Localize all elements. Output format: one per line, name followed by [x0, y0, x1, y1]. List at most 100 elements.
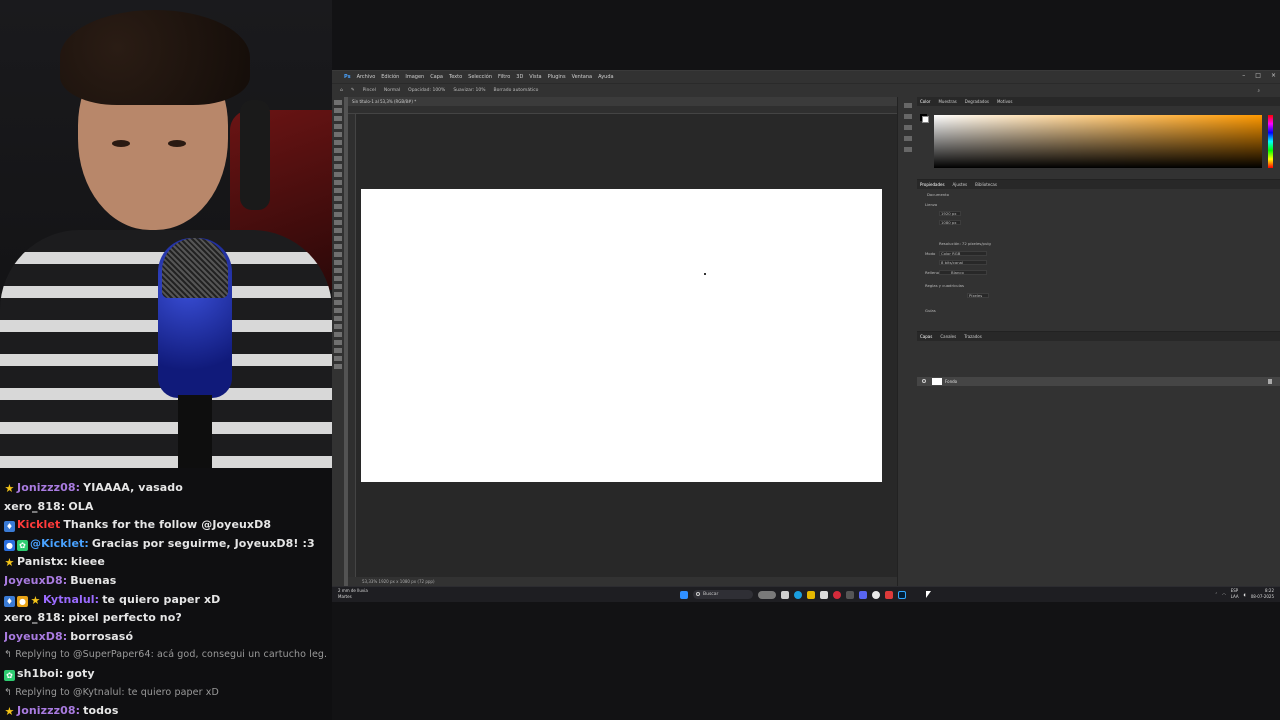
chat-username[interactable]: xero_818:	[4, 611, 65, 624]
panel-tab[interactable]: Muestras	[938, 99, 956, 104]
panel-tab[interactable]: Propiedades	[920, 182, 945, 187]
tool-icon[interactable]	[334, 236, 342, 241]
menu-item[interactable]: Edición	[381, 74, 399, 80]
tool-icon[interactable]	[334, 180, 342, 185]
chat-username[interactable]: Jonizzz08:	[17, 481, 80, 494]
option-opacity[interactable]: Opacidad: 100%	[408, 88, 445, 93]
menu-item[interactable]: Capa	[430, 74, 443, 80]
menu-item[interactable]: Selección	[468, 74, 492, 80]
tool-icon[interactable]	[334, 164, 342, 169]
panel-tab[interactable]: Bibliotecas	[975, 182, 997, 187]
tool-icon[interactable]	[334, 212, 342, 217]
option-smoothing[interactable]: Suavizar: 10%	[453, 88, 485, 93]
panel-tab[interactable]: Trazados	[964, 334, 982, 339]
tool-icon[interactable]	[334, 148, 342, 153]
ps-logo[interactable]: Ps	[344, 74, 351, 80]
option-mode[interactable]: Pincel	[363, 88, 376, 93]
chat-username[interactable]: @Kicklet:	[30, 537, 89, 550]
tool-icon[interactable]	[334, 156, 342, 161]
menu-item[interactable]: 3D	[516, 74, 523, 80]
tool-icon[interactable]	[334, 260, 342, 265]
menu-item[interactable]: Texto	[449, 74, 462, 80]
edge-icon[interactable]	[794, 590, 802, 599]
file-explorer-icon[interactable]	[807, 590, 815, 599]
widgets-icon[interactable]	[758, 590, 776, 599]
panel-tab[interactable]: Capas	[920, 334, 932, 339]
tool-icon[interactable]	[334, 108, 342, 113]
canvas[interactable]	[361, 189, 882, 482]
menu-item[interactable]: Archivo	[357, 74, 376, 80]
panel-tab[interactable]: Color	[920, 99, 930, 104]
chevron-up-icon[interactable]: ˄	[1215, 592, 1217, 597]
tool-icon[interactable]	[334, 172, 342, 177]
obs-icon[interactable]	[885, 590, 893, 599]
photoshop-taskbar-icon[interactable]	[898, 590, 906, 599]
clock[interactable]: 8:22 08-07-2025	[1251, 588, 1274, 600]
tool-icon[interactable]	[334, 188, 342, 193]
chat-username[interactable]: Kytnalul:	[43, 593, 99, 606]
option-auto-erase[interactable]: Borrado automático	[494, 88, 539, 93]
tool-icon[interactable]	[334, 324, 342, 329]
search-icon[interactable]: ⌕	[1257, 88, 1260, 94]
tool-icon[interactable]	[334, 100, 342, 105]
color-field[interactable]	[934, 115, 1262, 168]
menu-item[interactable]: Plugins	[548, 74, 566, 80]
tool-icon[interactable]	[334, 284, 342, 289]
brush-settings-icon[interactable]	[903, 114, 912, 119]
maximize-button[interactable]: □	[1255, 72, 1261, 79]
tool-icon[interactable]	[334, 340, 342, 345]
taskbar-search[interactable]: Buscar	[693, 590, 753, 599]
menu-item[interactable]: Ayuda	[598, 74, 613, 80]
tool-icon[interactable]	[334, 132, 342, 137]
character-icon[interactable]	[903, 147, 912, 152]
chat-username[interactable]: Kicklet	[17, 518, 60, 531]
chrome-icon[interactable]	[872, 590, 880, 599]
eye-icon[interactable]	[922, 379, 926, 383]
tool-icon[interactable]	[334, 244, 342, 249]
chat-username[interactable]: Panistx:	[17, 555, 68, 568]
opera-icon[interactable]	[833, 590, 841, 599]
tool-icon[interactable]	[334, 252, 342, 257]
foreground-color-swatch[interactable]	[922, 116, 929, 123]
tool-icon[interactable]	[334, 228, 342, 233]
layer-row[interactable]: Fondo	[917, 377, 1280, 386]
panel-tab[interactable]: Canales	[940, 334, 956, 339]
tool-icon[interactable]	[334, 220, 342, 225]
store-icon[interactable]	[820, 590, 828, 599]
panel-tab[interactable]: Ajustes	[953, 182, 968, 187]
tool-icon[interactable]	[334, 292, 342, 297]
tool-icon[interactable]	[334, 140, 342, 145]
chat-username[interactable]: JoyeuxD8:	[4, 574, 67, 587]
tool-icon[interactable]	[334, 204, 342, 209]
tool-icon[interactable]	[334, 116, 342, 121]
adjustments-icon[interactable]	[903, 125, 912, 130]
menu-item[interactable]: Ventana	[572, 74, 593, 80]
chat-username[interactable]: Jonizzz08:	[17, 704, 80, 717]
tool-icon[interactable]	[334, 124, 342, 129]
discord-icon[interactable]	[859, 590, 867, 599]
option-blend[interactable]: Normal	[384, 88, 400, 93]
wifi-icon[interactable]: ◠	[1222, 592, 1226, 597]
task-view-icon[interactable]	[781, 590, 789, 599]
tool-icon[interactable]	[334, 268, 342, 273]
tool-icon[interactable]	[334, 332, 342, 337]
panel-tab[interactable]: Motivos	[997, 99, 1012, 104]
language-indicator[interactable]: ESP LAA	[1231, 588, 1239, 600]
tool-icon[interactable]	[334, 356, 342, 361]
start-icon[interactable]	[680, 590, 688, 599]
tool-icon[interactable]	[334, 308, 342, 313]
app-icon[interactable]	[846, 590, 854, 599]
hue-slider[interactable]	[1268, 115, 1273, 168]
chat-username[interactable]: JoyeuxD8:	[4, 630, 67, 643]
menu-item[interactable]: Vista	[529, 74, 541, 80]
home-icon[interactable]: ⌂	[340, 88, 343, 93]
tool-icon[interactable]	[334, 276, 342, 281]
brush-tool-icon[interactable]: ✎	[351, 88, 355, 93]
panel-tab[interactable]: Degradados	[965, 99, 989, 104]
menu-item[interactable]: Imagen	[405, 74, 424, 80]
chat-username[interactable]: xero_818:	[4, 500, 65, 513]
lock-icon[interactable]	[1268, 379, 1272, 384]
tool-icon[interactable]	[334, 364, 342, 369]
tool-icon[interactable]	[334, 316, 342, 321]
paragraph-icon[interactable]	[903, 136, 912, 141]
